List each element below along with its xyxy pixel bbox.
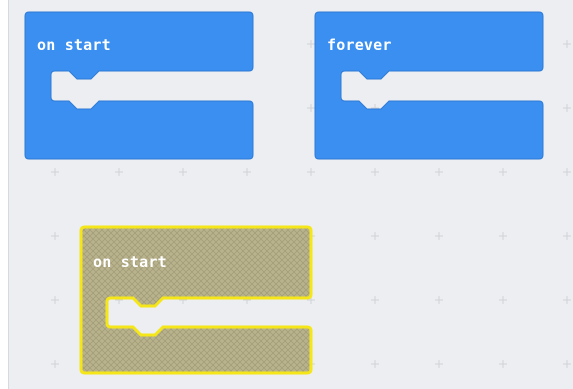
grid-cross <box>371 296 379 304</box>
grid-cross <box>499 168 507 176</box>
grid-cross <box>563 40 571 48</box>
on-start-block[interactable]: on start <box>24 11 254 160</box>
grid-cross <box>435 168 443 176</box>
grid-cross <box>563 232 571 240</box>
blocks-workspace[interactable]: on start forever on start <box>8 0 573 389</box>
grid-cross <box>179 168 187 176</box>
grid-cross <box>51 232 59 240</box>
grid-cross <box>563 168 571 176</box>
grid-cross <box>563 360 571 368</box>
grid-cross <box>435 232 443 240</box>
grid-cross <box>243 168 251 176</box>
grid-cross <box>371 232 379 240</box>
grid-cross <box>435 360 443 368</box>
forever-block-shape <box>314 11 544 160</box>
on-start-block-shape <box>24 11 254 160</box>
grid-cross <box>307 104 315 112</box>
grid-cross <box>563 104 571 112</box>
grid-cross <box>499 296 507 304</box>
grid-cross <box>307 40 315 48</box>
grid-cross <box>435 296 443 304</box>
forever-block[interactable]: forever <box>314 11 544 160</box>
on-start-label: on start <box>37 36 111 54</box>
on-start-duplicate-block-shape <box>79 225 313 375</box>
grid-cross <box>499 360 507 368</box>
grid-cross <box>51 296 59 304</box>
grid-cross <box>371 360 379 368</box>
grid-cross <box>51 168 59 176</box>
forever-label: forever <box>327 36 392 54</box>
grid-cross <box>499 232 507 240</box>
grid-cross <box>371 168 379 176</box>
on-start-duplicate-block[interactable]: on start <box>79 225 313 375</box>
on-start-duplicate-label: on start <box>93 253 167 271</box>
grid-cross <box>307 168 315 176</box>
grid-cross <box>563 296 571 304</box>
grid-cross <box>51 360 59 368</box>
grid-cross <box>115 168 123 176</box>
